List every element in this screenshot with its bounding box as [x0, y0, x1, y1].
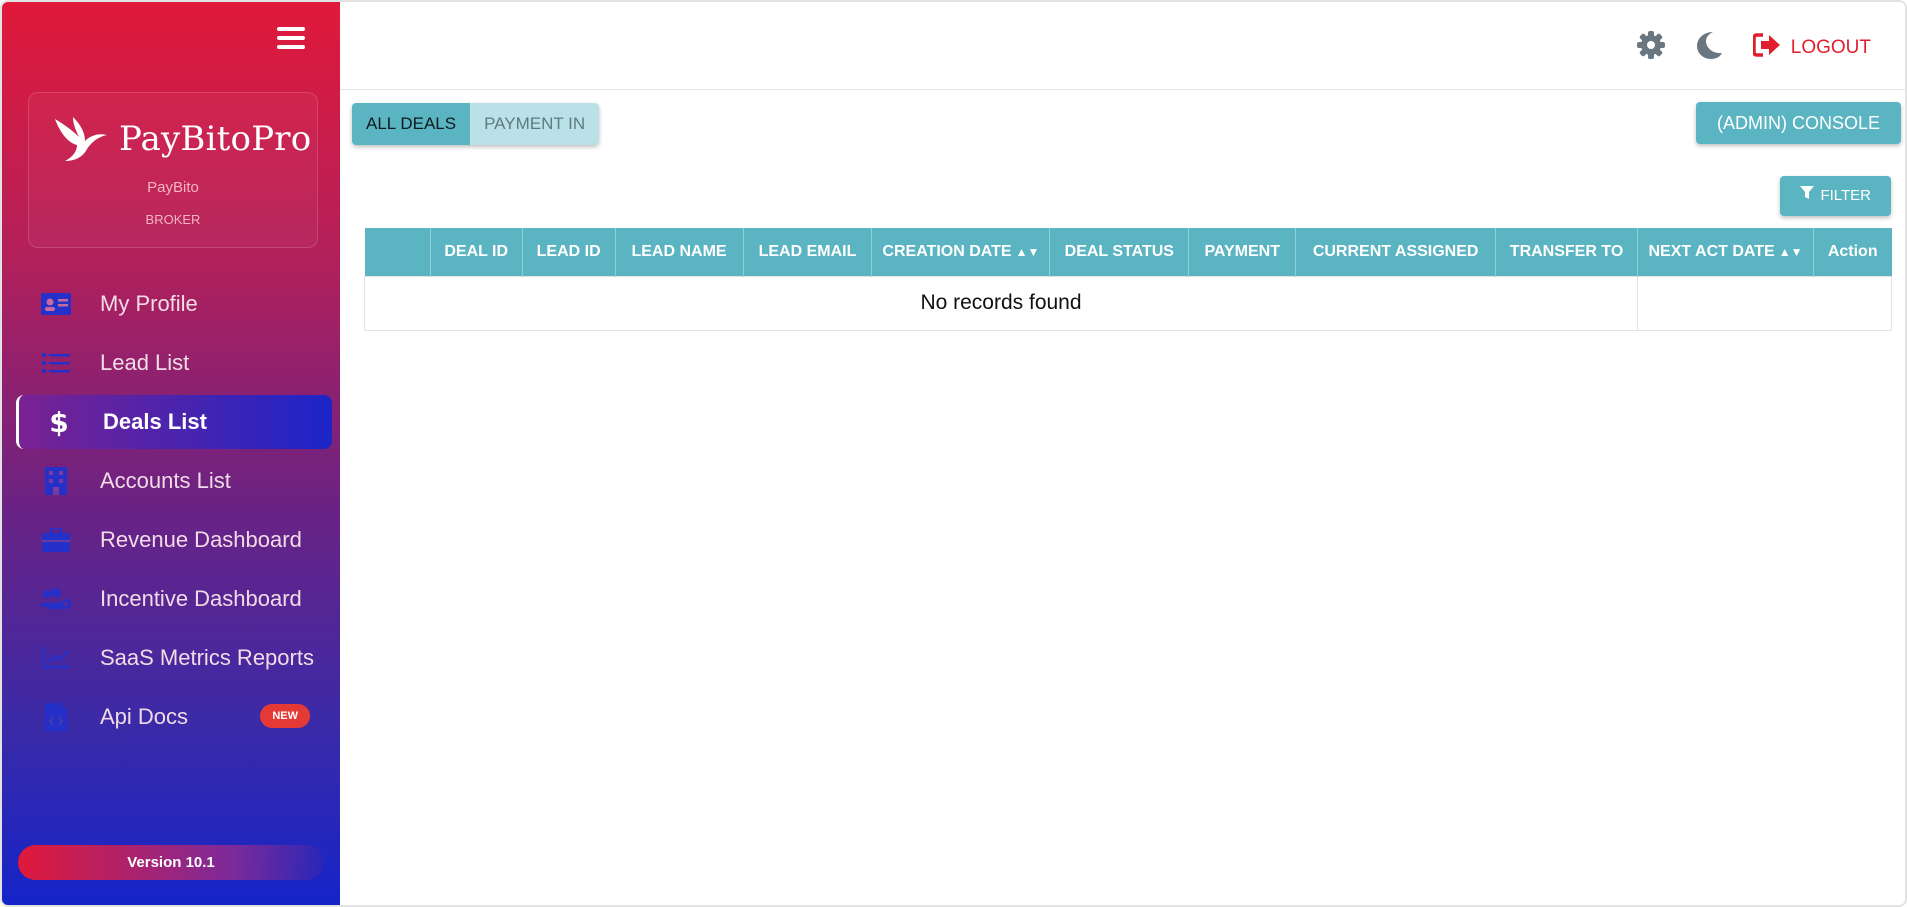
column-header-next-act-date[interactable]: NEXT ACT DATE ▲▼	[1637, 228, 1814, 276]
empty-message: No records found	[364, 275, 1638, 331]
brand-name: PayBitoPro	[119, 119, 312, 159]
moon-icon[interactable]	[1695, 30, 1723, 65]
top-actions: LOGOUT	[1636, 30, 1871, 65]
column-header-creation-date[interactable]: CREATION DATE ▲▼	[871, 228, 1051, 276]
sidebar-item-label: Revenue Dashboard	[100, 527, 302, 552]
app-window: PayBitoPro PayBito BROKER My Profile Lea…	[0, 0, 1907, 907]
bird-logo-icon	[55, 117, 107, 161]
sidebar-item-revenue-dashboard[interactable]: Revenue Dashboard	[16, 513, 332, 567]
table-header-row: DEAL ID LEAD ID LEAD NAME LEAD EMAIL CRE…	[364, 228, 1892, 276]
main-content: ALL DEALS PAYMENT IN (ADMIN) CONSOLE FIL…	[340, 90, 1905, 905]
column-header-transfer-to: TRANSFER TO	[1495, 228, 1638, 276]
logout-button[interactable]: LOGOUT	[1752, 32, 1871, 63]
topbar: LOGOUT	[340, 2, 1905, 90]
brand-card: PayBitoPro PayBito BROKER	[28, 92, 318, 248]
gear-icon[interactable]	[1636, 31, 1665, 64]
sidebar-nav: My Profile Lead List $ Deals List Accoun…	[16, 277, 332, 749]
filter-icon	[1800, 176, 1815, 216]
column-header-lead-email: LEAD EMAIL	[743, 228, 873, 276]
logout-label: LOGOUT	[1790, 36, 1871, 58]
brand-logo: PayBitoPro	[51, 115, 311, 163]
column-header-lead-name: LEAD NAME	[615, 228, 744, 276]
hamburger-menu-icon[interactable]	[277, 27, 305, 53]
filter-label: FILTER	[1820, 187, 1871, 204]
brand-role: BROKER	[145, 212, 201, 227]
column-header-label: CREATION DATE	[882, 242, 1012, 260]
id-card-icon	[40, 288, 72, 320]
tab-payment-in[interactable]: PAYMENT IN	[470, 103, 600, 145]
sidebar-item-label: Accounts List	[100, 468, 231, 493]
sort-icon: ▲▼	[1015, 244, 1040, 259]
table-row-empty: No records found	[364, 275, 1892, 331]
new-badge: NEW	[260, 704, 310, 728]
column-header-action: Action	[1827, 242, 1878, 260]
sidebar-item-label: Api Docs	[100, 704, 189, 729]
sort-icon: ▲▼	[1778, 244, 1803, 259]
column-header-lead-id: LEAD ID	[522, 228, 616, 276]
sidebar-item-saas-metrics-reports[interactable]: SaaS Metrics Reports	[16, 631, 332, 685]
column-header-deal-id: DEAL ID	[430, 228, 523, 276]
brand-subtitle: PayBito	[147, 179, 199, 196]
column-header-payment: PAYMENT	[1188, 228, 1297, 276]
sidebar-item-label: Deals List	[103, 409, 207, 434]
empty-cell	[1637, 275, 1892, 331]
sidebar-item-incentive-dashboard[interactable]: Incentive Dashboard	[16, 572, 332, 626]
sidebar-item-label: Incentive Dashboard	[100, 586, 302, 611]
sidebar-item-my-profile[interactable]: My Profile	[16, 277, 332, 331]
sidebar-item-label: My Profile	[100, 291, 198, 316]
tab-all-deals[interactable]: ALL DEALS	[352, 103, 471, 145]
file-code-icon	[40, 701, 72, 733]
admin-console-button[interactable]: (ADMIN) CONSOLE	[1695, 102, 1901, 144]
column-header-select	[364, 228, 431, 276]
chart-line-icon	[40, 642, 72, 674]
column-header-deal-status: DEAL STATUS	[1049, 228, 1190, 276]
users-cog-icon	[40, 583, 72, 615]
dollar-icon: $	[43, 406, 75, 438]
sidebar-item-label: Lead List	[100, 350, 190, 375]
sidebar-item-api-docs[interactable]: Api Docs NEW	[16, 690, 332, 744]
building-icon	[40, 465, 72, 497]
version-label: Version 10.1	[18, 845, 324, 880]
briefcase-icon	[40, 524, 72, 556]
sidebar-item-lead-list[interactable]: Lead List	[16, 336, 332, 390]
sidebar-item-accounts-list[interactable]: Accounts List	[16, 454, 332, 508]
deals-table: DEAL ID LEAD ID LEAD NAME LEAD EMAIL CRE…	[364, 228, 1892, 331]
svg-text:$: $	[49, 407, 68, 437]
deals-tabs: ALL DEALS PAYMENT IN	[352, 103, 600, 145]
filter-button[interactable]: FILTER	[1780, 176, 1891, 216]
sidebar-item-label: SaaS Metrics Reports	[100, 645, 314, 670]
sidebar: PayBitoPro PayBito BROKER My Profile Lea…	[2, 2, 340, 905]
list-icon	[40, 347, 72, 379]
column-header-label: NEXT ACT DATE	[1648, 242, 1775, 260]
sign-out-icon	[1752, 32, 1781, 63]
sidebar-item-deals-list[interactable]: $ Deals List	[16, 395, 332, 449]
column-header-current-assigned: CURRENT ASSIGNED	[1295, 228, 1497, 276]
